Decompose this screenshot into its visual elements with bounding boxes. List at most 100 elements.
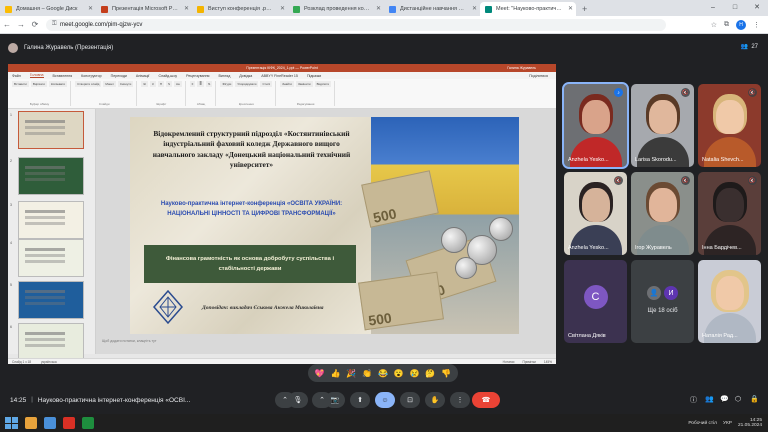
- ppt-menu-item[interactable]: Переходи: [111, 74, 127, 78]
- more-participants-tile[interactable]: 👤 И Ще 18 осіб: [631, 260, 694, 343]
- tab-close-icon[interactable]: ✕: [280, 5, 285, 12]
- slide-thumbnail[interactable]: [18, 111, 84, 149]
- reaction-emoji[interactable]: 👍: [331, 369, 341, 378]
- ppt-menu-item[interactable]: Слайд-шоу: [158, 74, 177, 78]
- ribbon-button[interactable]: Замінити: [295, 81, 313, 87]
- camera-button[interactable]: 📷: [325, 392, 345, 408]
- slide-thumbnail[interactable]: [18, 323, 84, 361]
- participant-tile[interactable]: 🔇 Anzhela Yesko...: [564, 172, 627, 255]
- ribbon-button[interactable]: Фігури: [220, 81, 234, 87]
- zoom-level[interactable]: 145%: [544, 360, 552, 364]
- slide-thumbnail[interactable]: [18, 201, 84, 239]
- ribbon-button[interactable]: ≣: [197, 81, 204, 87]
- notes-toggle[interactable]: Нотатки: [503, 360, 515, 364]
- url-field[interactable]: ⚿ meet.google.com/pim-qjzw-ycv: [46, 18, 666, 31]
- maximize-icon[interactable]: □: [724, 0, 746, 14]
- reaction-emoji[interactable]: 😂: [378, 369, 388, 378]
- browser-tab[interactable]: Презентація Microsoft Power... ✕: [96, 2, 192, 16]
- reaction-emoji[interactable]: 👏: [362, 369, 372, 378]
- reaction-emoji[interactable]: 👎: [441, 369, 451, 378]
- mic-button[interactable]: 🎙: [288, 392, 308, 408]
- reaction-emoji[interactable]: 🎉: [346, 369, 356, 378]
- taskbar-app-icon[interactable]: [82, 417, 94, 429]
- ribbon-button[interactable]: S: [165, 81, 172, 87]
- tab-close-icon[interactable]: ✕: [568, 5, 573, 12]
- ribbon-button[interactable]: Скинути: [117, 81, 134, 87]
- ppt-menu-item[interactable]: Вставлення: [53, 74, 73, 78]
- ppt-share-button[interactable]: Поділитися: [529, 74, 556, 78]
- slide-thumbnail[interactable]: [18, 157, 84, 195]
- ppt-menu-item[interactable]: Рецензування: [186, 74, 209, 78]
- ppt-menu-item[interactable]: Підказки: [307, 74, 321, 78]
- ribbon-button[interactable]: Упорядкувати: [235, 81, 259, 87]
- reaction-emoji[interactable]: 💖: [315, 369, 325, 378]
- back-icon[interactable]: ←: [0, 20, 14, 29]
- ribbon-button[interactable]: Виділити: [314, 81, 332, 87]
- participant-tile[interactable]: Наталія Рад...: [698, 260, 761, 343]
- more-options-button[interactable]: ⋮: [450, 392, 470, 408]
- browser-tab[interactable]: Дистанційне навчання в ВСП... ✕: [384, 2, 480, 16]
- ppt-menu-item[interactable]: Довідка: [239, 74, 252, 78]
- ppt-menu-item[interactable]: Файл: [12, 74, 21, 78]
- tab-close-icon[interactable]: ✕: [88, 5, 93, 12]
- reaction-emoji[interactable]: 😮: [394, 369, 404, 378]
- ribbon-button[interactable]: Знайти: [280, 81, 294, 87]
- participant-tile[interactable]: С Світлана Дяків: [564, 260, 627, 343]
- browser-tab[interactable]: Домашня – Google Диск ✕: [0, 2, 96, 16]
- chat-icon[interactable]: 💬: [720, 395, 729, 403]
- tab-close-icon[interactable]: ✕: [184, 5, 189, 12]
- ppt-menu-item[interactable]: Вигляд: [219, 74, 231, 78]
- participant-tile[interactable]: 🔇 Larisa Skorodu...: [631, 84, 694, 167]
- ribbon-button[interactable]: Створити слайд: [75, 81, 102, 87]
- profile-avatar[interactable]: Н: [736, 19, 746, 30]
- raise-hand-button[interactable]: ✋: [425, 392, 445, 408]
- ribbon-button[interactable]: Ж: [141, 81, 149, 87]
- comments-toggle[interactable]: Примітки: [522, 360, 535, 364]
- star-icon[interactable]: ☆: [711, 21, 717, 29]
- tab-close-icon[interactable]: ✕: [376, 5, 381, 12]
- reaction-emoji[interactable]: 😢: [409, 369, 419, 378]
- minimize-icon[interactable]: –: [702, 0, 724, 14]
- keyboard-language[interactable]: УКР: [723, 421, 732, 426]
- ribbon-button[interactable]: К: [150, 81, 156, 87]
- reaction-emoji[interactable]: 🤔: [425, 369, 435, 378]
- ribbon-button[interactable]: Стилі: [260, 81, 273, 87]
- ppt-menu-item[interactable]: Головна: [29, 73, 44, 78]
- browser-tab[interactable]: Розклад проведення конфере... ✕: [288, 2, 384, 16]
- ribbon-button[interactable]: Вставити: [12, 81, 29, 87]
- browser-tab[interactable]: Meet: "Науково-практичн... ✕: [480, 2, 576, 16]
- ribbon-button[interactable]: П: [157, 81, 164, 87]
- ribbon-button[interactable]: Копіювати: [48, 81, 68, 87]
- taskbar-app-icon[interactable]: [63, 417, 75, 429]
- participants-count[interactable]: 👥 27: [741, 43, 758, 51]
- windows-start-icon[interactable]: [4, 416, 18, 430]
- tab-close-icon[interactable]: ✕: [472, 5, 477, 12]
- people-panel-icon[interactable]: 👥: [705, 395, 714, 403]
- ppt-menu-item[interactable]: ABBYY FineReader 15: [261, 74, 298, 78]
- taskbar-app-icon[interactable]: [25, 417, 37, 429]
- participant-tile[interactable]: 🔇 Natalia Shevch...: [698, 84, 761, 167]
- notes-placeholder[interactable]: Щоб додати нотатки, клацніть тут: [96, 339, 157, 343]
- ribbon-button[interactable]: Макет: [103, 81, 116, 87]
- info-icon[interactable]: ⓘ: [690, 395, 697, 405]
- ribbon-button[interactable]: Вирізати: [30, 81, 47, 87]
- ppt-menu-item[interactable]: Анімації: [136, 74, 150, 78]
- activities-icon[interactable]: ⬡: [735, 395, 741, 403]
- browser-tab[interactable]: Виступ конференція .pptx - G... ✕: [192, 2, 288, 16]
- host-controls-icon[interactable]: 🔒: [750, 395, 759, 403]
- slide-thumbnail[interactable]: [18, 281, 84, 319]
- participant-tile[interactable]: ♪ Anzhela Yesko...: [562, 82, 629, 169]
- participant-tile[interactable]: 🔇 Ігор Журавель: [631, 172, 694, 255]
- ribbon-button[interactable]: Aa: [173, 81, 182, 87]
- present-button[interactable]: ⬆: [350, 392, 370, 408]
- captions-button[interactable]: ⊡: [400, 392, 420, 408]
- leave-call-button[interactable]: ☎: [472, 392, 500, 408]
- ribbon-button[interactable]: ≡: [189, 81, 196, 87]
- slide-thumbnail[interactable]: [18, 239, 84, 277]
- forward-icon[interactable]: →: [14, 20, 28, 29]
- clock-date[interactable]: 14:25 21.05.2024: [738, 418, 762, 429]
- reload-icon[interactable]: ⟳: [28, 20, 42, 29]
- menu-icon[interactable]: ⋮: [753, 21, 760, 29]
- new-tab-button[interactable]: +: [576, 2, 593, 16]
- participant-tile[interactable]: 🔇 Інна Бардічев...: [698, 172, 761, 255]
